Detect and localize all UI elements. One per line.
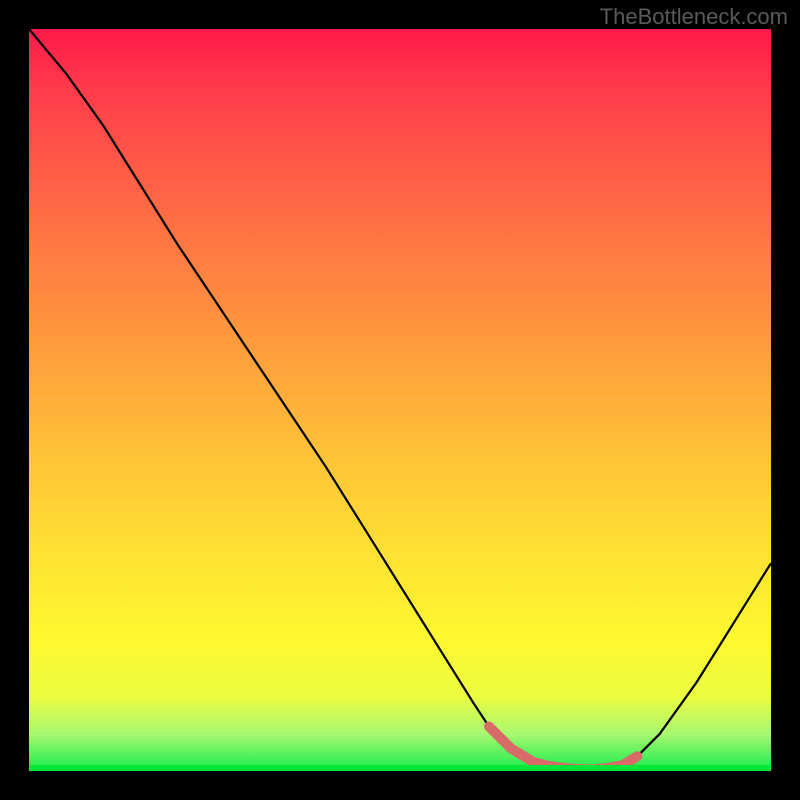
- highlight-segment: [489, 727, 637, 770]
- chart-svg: [29, 29, 771, 771]
- baseline-green: [29, 765, 771, 771]
- watermark-text: TheBottleneck.com: [600, 4, 788, 30]
- chart-plot-area: [29, 29, 771, 771]
- bottleneck-curve: [29, 29, 771, 770]
